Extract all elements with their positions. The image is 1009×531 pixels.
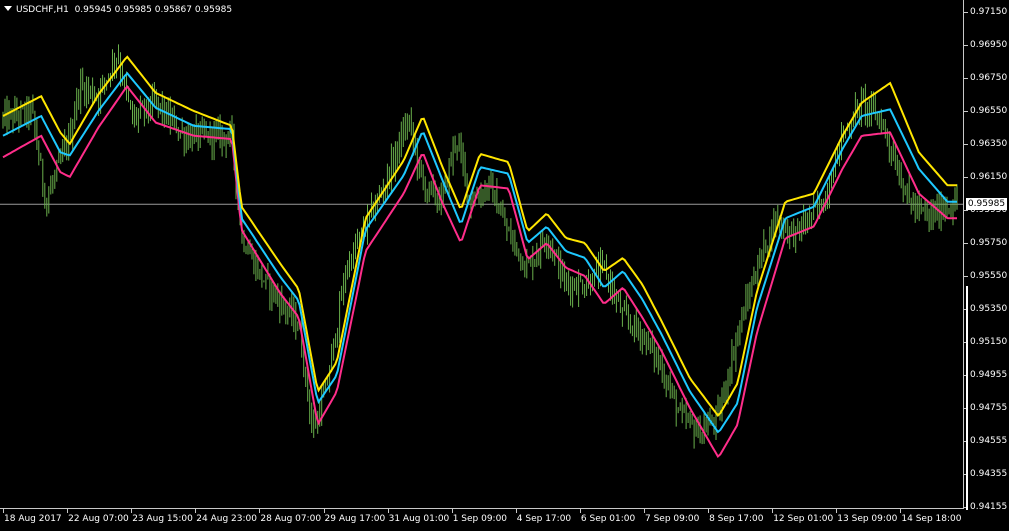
price-label: 0.95350 — [970, 304, 1008, 314]
time-label: 29 Aug 17:00 — [324, 514, 386, 524]
chart-window[interactable]: USDCHF,H1 0.95945 0.95985 0.95867 0.9598… — [0, 0, 1009, 531]
price-label: 0.94355 — [970, 469, 1008, 479]
plot-area-border — [0, 0, 964, 509]
time-tick — [67, 509, 69, 513]
dropdown-triangle-icon[interactable] — [4, 6, 12, 11]
current-price-tag: 0.95985 — [966, 198, 1007, 211]
time-label: 1 Sep 09:00 — [452, 514, 508, 524]
time-label: 7 Sep 09:00 — [645, 514, 700, 524]
time-tick — [708, 509, 710, 513]
price-label: 0.95750 — [970, 238, 1008, 248]
price-tick — [964, 78, 968, 79]
price-label: 0.96350 — [970, 139, 1008, 149]
price-label: 0.94155 — [970, 502, 1008, 512]
price-label: 0.95550 — [970, 271, 1008, 281]
time-label: 4 Sep 17:00 — [516, 514, 572, 524]
price-label: 0.94555 — [970, 436, 1008, 446]
price-tick — [964, 45, 968, 46]
time-tick — [836, 509, 838, 513]
time-tick — [3, 509, 4, 513]
time-label: 24 Aug 23:00 — [196, 514, 257, 524]
time-tick — [644, 509, 645, 513]
time-label: 8 Sep 17:00 — [709, 514, 764, 524]
time-tick — [579, 509, 581, 513]
time-label: 12 Sep 01:00 — [773, 514, 834, 524]
time-tick — [515, 509, 517, 513]
time-label: 22 Aug 07:00 — [68, 514, 129, 524]
time-tick — [131, 509, 133, 513]
price-label: 0.96550 — [970, 106, 1008, 116]
time-tick — [323, 509, 325, 513]
price-label: 0.95150 — [970, 337, 1008, 347]
time-tick — [900, 509, 902, 513]
price-tick — [964, 144, 968, 145]
time-label: 14 Sep 18:00 — [901, 514, 962, 524]
price-scale-marker — [966, 286, 968, 510]
time-tick — [451, 509, 453, 513]
symbol-header: USDCHF,H1 0.95945 0.95985 0.95867 0.9598… — [4, 4, 232, 16]
price-label: 0.96750 — [970, 73, 1008, 83]
time-label: 13 Sep 09:00 — [837, 514, 898, 524]
close-price: 0.95985 — [194, 5, 233, 15]
low-price: 0.95867 — [154, 5, 192, 15]
price-tick — [964, 12, 968, 13]
price-tick — [964, 111, 968, 112]
high-price: 0.95985 — [114, 5, 152, 15]
time-label: 6 Sep 01:00 — [580, 514, 636, 524]
price-label: 0.94955 — [970, 370, 1008, 380]
price-tick — [964, 177, 968, 178]
price-label: 0.97150 — [970, 7, 1008, 17]
symbol-name: USDCHF,H1 — [16, 5, 69, 15]
time-tick — [387, 509, 389, 513]
time-tick — [259, 509, 261, 513]
price-label: 0.94755 — [970, 403, 1008, 413]
time-tick — [195, 509, 197, 513]
price-tick — [964, 276, 968, 277]
time-label: 28 Aug 07:00 — [260, 514, 322, 524]
time-tick — [772, 509, 774, 513]
open-price: 0.95945 — [74, 5, 112, 15]
time-label: 18 Aug 2017 — [4, 514, 62, 524]
time-label: 23 Aug 15:00 — [132, 514, 193, 524]
price-label: 0.96150 — [970, 172, 1008, 182]
time-label: 31 Aug 01:00 — [388, 514, 450, 524]
price-label: 0.96950 — [970, 40, 1008, 50]
price-tick — [964, 243, 968, 244]
